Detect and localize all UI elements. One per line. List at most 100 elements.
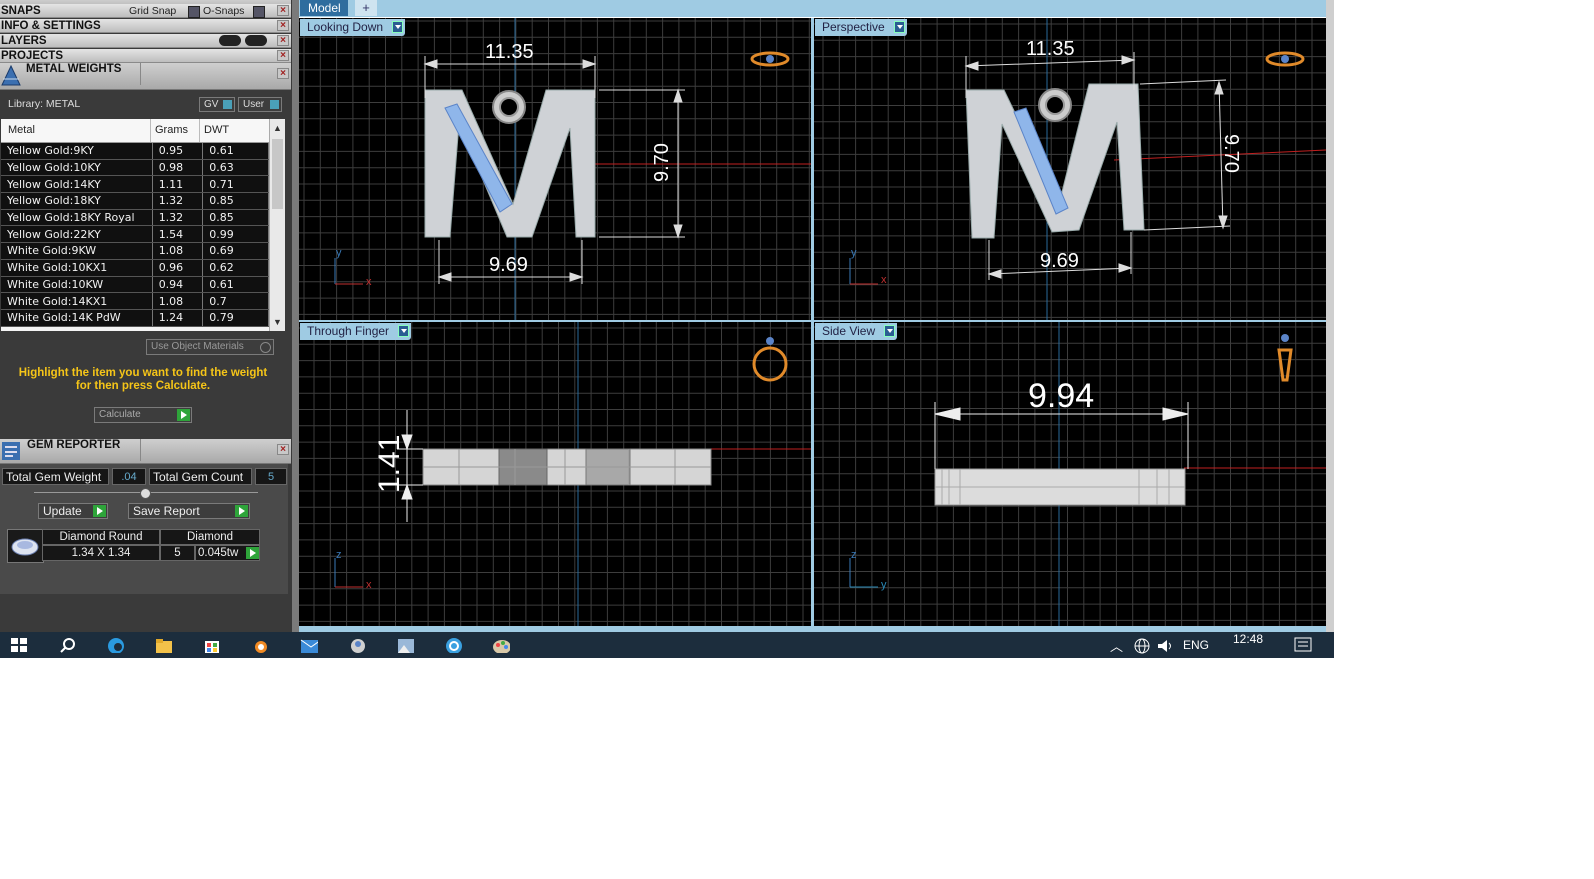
pendant-side-model[interactable]	[422, 448, 712, 486]
scrollbar[interactable]: ▲ ▼	[269, 119, 285, 331]
table-row[interactable]: White Gold:14K PdW 1.24 0.79	[1, 309, 269, 327]
metal-table: Metal Grams DWT Yellow Gold:9KY 0.95 0.61 Y…	[1, 119, 285, 331]
axis-gizmo	[334, 258, 363, 285]
osnaps-toggle[interactable]	[253, 6, 265, 18]
eye-icon[interactable]	[219, 35, 241, 46]
layers-panel-header[interactable]: LAYERS ×	[0, 34, 291, 48]
language-indicator[interactable]: ENG	[1183, 638, 1209, 652]
user-toggle[interactable]: User	[238, 97, 282, 112]
explorer-icon[interactable]	[155, 637, 173, 653]
table-row[interactable]: Yellow Gold:9KY 0.95 0.61	[1, 143, 269, 160]
use-object-materials-toggle[interactable]: Use Object Materials	[146, 339, 274, 355]
metal-weights-title: METAL WEIGHTS	[26, 63, 122, 75]
scroll-thumb[interactable]	[272, 139, 283, 209]
projects-panel-header[interactable]: PROJECTS ×	[0, 49, 291, 63]
calculate-button[interactable]: Calculate	[94, 407, 192, 423]
search-icon[interactable]	[60, 637, 78, 653]
viewport-looking-down[interactable]: 11.35 9.70 9.69 y x Looking Down	[299, 18, 811, 320]
tab-model[interactable]: Model	[300, 0, 348, 16]
col-grams[interactable]: Grams	[155, 124, 188, 136]
store-icon[interactable]	[203, 637, 221, 653]
viewport-menu-side-view[interactable]: Side View	[815, 323, 898, 340]
save-report-button[interactable]: Save Report	[128, 503, 250, 519]
eye-icon[interactable]	[245, 35, 267, 46]
close-icon[interactable]: ×	[277, 444, 289, 455]
osnaps-label[interactable]: O-Snaps	[203, 4, 244, 18]
metal-name: White Gold:10KW	[1, 276, 153, 294]
table-row[interactable]: White Gold:9KW 1.08 0.69	[1, 242, 269, 260]
pendant-side-model[interactable]	[934, 468, 1186, 506]
gem-reporter-header[interactable]: GEM REPORTER ×	[0, 439, 291, 464]
update-button[interactable]: Update	[38, 503, 108, 519]
viewport-menu-looking-down[interactable]: Looking Down	[300, 19, 406, 36]
metal-weights-header[interactable]: METAL WEIGHTS ×	[0, 63, 291, 90]
close-icon[interactable]: ×	[277, 35, 289, 46]
table-row[interactable]: Yellow Gold:10KY 0.98 0.63	[1, 159, 269, 177]
metal-grams: 1.32	[152, 192, 204, 210]
viewport-through-finger[interactable]: 1.41 z x Through Finger	[299, 322, 811, 626]
metal-name: Yellow Gold:10KY	[1, 159, 153, 177]
ring-side-icon[interactable]	[1277, 334, 1293, 382]
info-panel-header[interactable]: INFO & SETTINGS ×	[0, 19, 291, 33]
blender-icon[interactable]	[251, 637, 269, 653]
letter-m-model[interactable]	[965, 83, 1145, 239]
edge-icon[interactable]	[107, 637, 125, 653]
chevron-down-icon[interactable]	[893, 21, 905, 33]
metal-grams: 1.08	[152, 242, 204, 260]
paint-icon[interactable]	[492, 637, 510, 653]
globe-icon[interactable]	[1134, 638, 1150, 654]
viewport-perspective[interactable]: 11.35 9.70 9.69 y x Perspective	[814, 18, 1326, 320]
chevron-up-icon[interactable]: ▲	[273, 123, 282, 133]
close-icon[interactable]: ×	[277, 5, 289, 16]
letter-m-model[interactable]	[424, 89, 596, 238]
add-tab-button[interactable]: +	[355, 0, 377, 16]
notification-icon[interactable]	[1294, 637, 1312, 653]
windows-icon[interactable]	[10, 637, 28, 653]
vpn-icon[interactable]	[444, 637, 462, 653]
chevron-up-icon[interactable]: ︿	[1110, 636, 1123, 655]
metal-name: Yellow Gold:18KY Royal	[1, 209, 153, 227]
chevron-down-icon[interactable]: ▼	[273, 317, 282, 327]
report-icon	[2, 442, 20, 460]
slider-handle[interactable]	[140, 488, 151, 499]
app-icon[interactable]	[348, 637, 366, 653]
grid-snap-label[interactable]: Grid Snap	[129, 4, 176, 18]
panel-splitter[interactable]	[292, 0, 299, 632]
chevron-down-icon[interactable]	[392, 21, 404, 33]
chevron-down-icon[interactable]	[398, 325, 410, 337]
viewport-splitter-vertical[interactable]	[811, 18, 814, 626]
close-icon[interactable]: ×	[277, 68, 289, 79]
viewport-splitter-horizontal[interactable]	[299, 320, 1326, 322]
viewport-menu-perspective[interactable]: Perspective	[815, 19, 907, 36]
chevron-down-icon[interactable]	[884, 325, 896, 337]
gem-thumbnail[interactable]	[7, 529, 44, 563]
table-row[interactable]: Yellow Gold:18KY Royal 1.32 0.85	[1, 209, 269, 227]
metal-name: White Gold:14KX1	[1, 292, 153, 310]
viewport-side-view[interactable]: 9.94 z y Side View	[814, 322, 1326, 626]
gv-toggle[interactable]: GV	[199, 97, 235, 112]
clock-time[interactable]: 12:48	[1233, 632, 1263, 646]
viewport-menu-through-finger[interactable]: Through Finger	[300, 323, 412, 340]
ring-icon[interactable]	[1265, 51, 1305, 67]
col-metal[interactable]: Metal	[8, 124, 35, 136]
axis-h-label: x	[881, 274, 887, 286]
table-row[interactable]: Yellow Gold:22KY 1.54 0.99	[1, 225, 269, 244]
table-row[interactable]: White Gold:10KX1 0.96 0.62	[1, 259, 269, 277]
close-icon[interactable]: ×	[277, 50, 289, 61]
volume-icon[interactable]	[1157, 638, 1175, 654]
table-row[interactable]: Yellow Gold:14KY 1.11 0.71	[1, 175, 269, 194]
axis-v-label: y	[336, 247, 342, 259]
snaps-panel-header[interactable]: SNAPS Grid Snap O-Snaps ×	[0, 4, 291, 18]
col-dwt[interactable]: DWT	[204, 124, 229, 136]
metal-grams: 1.54	[152, 225, 204, 244]
grid-snap-toggle[interactable]	[188, 6, 200, 18]
ring-icon[interactable]	[750, 51, 790, 67]
close-icon[interactable]: ×	[277, 20, 289, 31]
table-row[interactable]: Yellow Gold:18KY 1.32 0.85	[1, 192, 269, 210]
table-row[interactable]: White Gold:10KW 0.94 0.61	[1, 276, 269, 294]
mail-icon[interactable]	[300, 637, 318, 653]
total-gem-weight-value: .04	[112, 468, 146, 485]
photos-icon[interactable]	[396, 637, 414, 653]
table-row[interactable]: White Gold:14KX1 1.08 0.7	[1, 292, 269, 310]
play-icon[interactable]	[246, 547, 259, 559]
